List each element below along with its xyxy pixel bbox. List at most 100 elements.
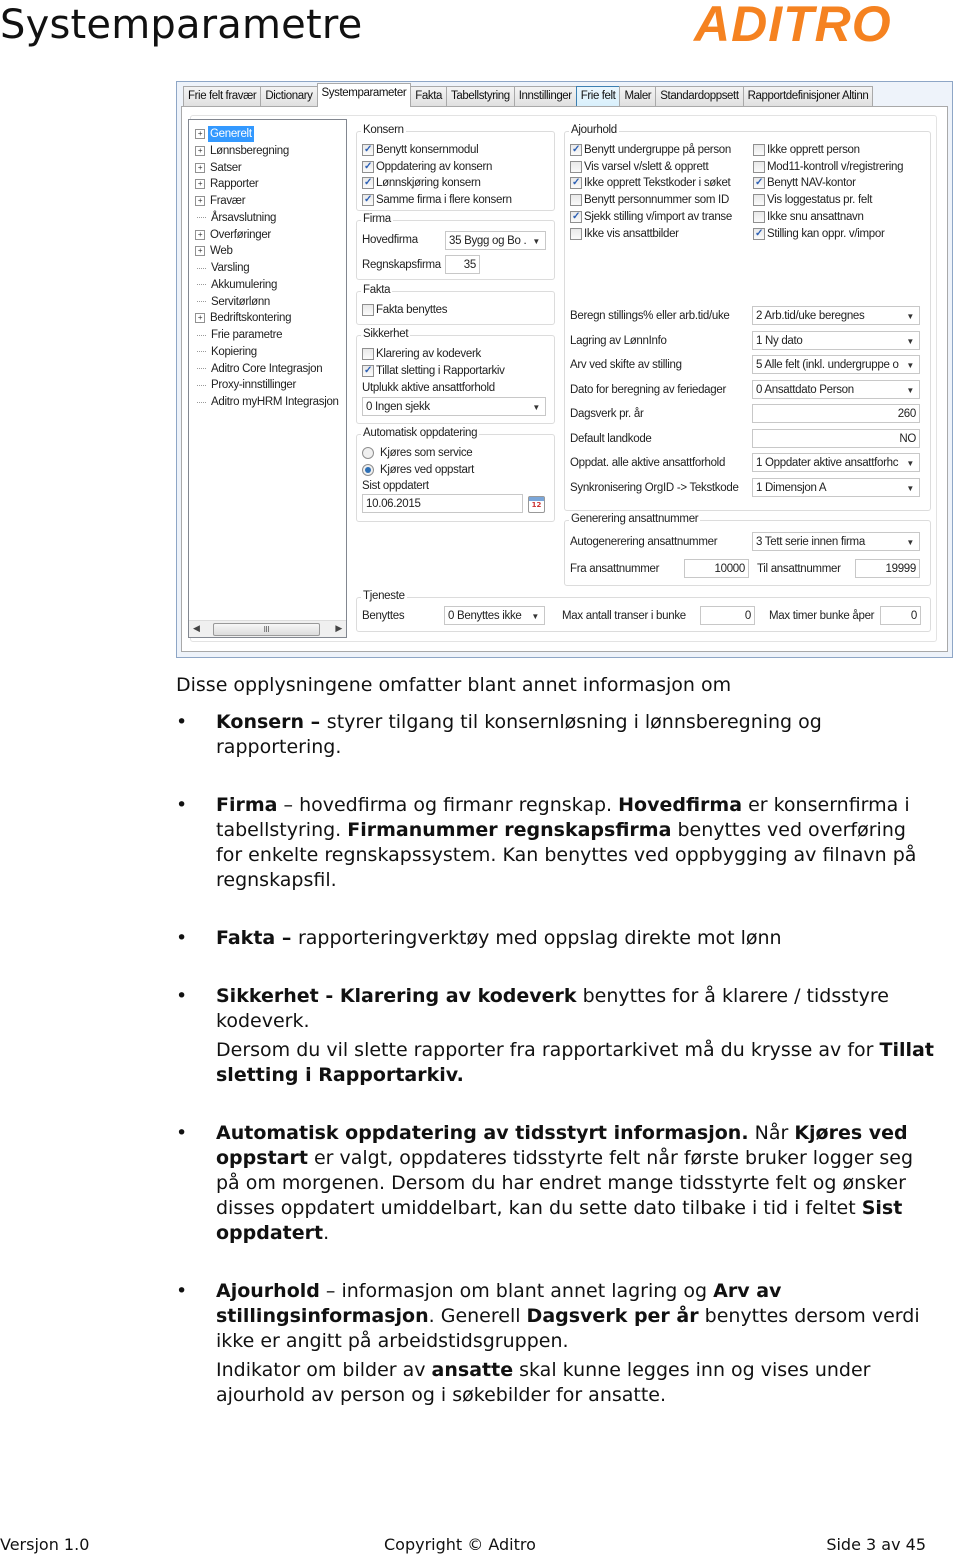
- checkbox-checked-icon[interactable]: ✓: [362, 194, 374, 207]
- tree-item[interactable]: + Bedriftskontering: [195, 310, 293, 326]
- ajourhold-field-input[interactable]: 260: [752, 404, 920, 423]
- checkbox[interactable]: ✓ Benytt NAV-kontor: [753, 175, 856, 191]
- expand-plus-icon[interactable]: +: [195, 246, 205, 257]
- checkbox-unchecked-icon[interactable]: [753, 160, 765, 173]
- ajourhold-field-select[interactable]: 1 Ny dato ▼: [752, 330, 920, 350]
- ajourhold-field-select[interactable]: 5 Alle felt (inkl. undergruppe o ▼: [752, 355, 920, 374]
- checkbox-unchecked-icon[interactable]: [570, 194, 582, 207]
- sist-oppdatert-input[interactable]: 10.06.2015: [362, 494, 523, 513]
- checkbox[interactable]: Ikke snu ansattnavn: [753, 209, 864, 225]
- radio-selected-icon[interactable]: [362, 464, 374, 476]
- ajourhold-field-input[interactable]: NO: [752, 428, 920, 448]
- max-transer-input[interactable]: 0: [700, 606, 755, 625]
- expand-plus-icon[interactable]: +: [195, 229, 205, 240]
- tab-rapportdefinisjoner-altinn[interactable]: Rapportdefinisjoner Altinn: [742, 86, 874, 106]
- tree-item[interactable]: Proxy-innstillinger: [195, 377, 298, 393]
- checkbox[interactable]: Fakta benyttes: [362, 302, 448, 318]
- tree-item[interactable]: Frie parametre: [195, 327, 284, 343]
- regnskapsfirma-input[interactable]: 35: [445, 255, 480, 274]
- tree-item[interactable]: + Web: [195, 243, 235, 259]
- checkbox[interactable]: Klarering av kodeverk: [362, 346, 481, 362]
- tree-item[interactable]: + Fravær: [195, 193, 247, 209]
- scroll-right-icon[interactable]: ▶: [335, 623, 342, 634]
- checkbox[interactable]: ✓ Oppdatering av konsern: [362, 159, 492, 175]
- checkbox[interactable]: ✓ Tillat sletting i Rapportarkiv: [362, 363, 505, 379]
- calendar-icon[interactable]: 12: [528, 496, 545, 513]
- checkbox-checked-icon[interactable]: ✓: [362, 160, 374, 173]
- checkbox[interactable]: ✓ Stilling kan oppr. v/impor: [753, 226, 885, 242]
- checkbox-unchecked-icon[interactable]: [753, 194, 765, 207]
- hovedfirma-select[interactable]: 35 Bygg og Bo . ▼: [445, 231, 546, 250]
- tree-item[interactable]: + Overføringer: [195, 227, 273, 243]
- tree-item[interactable]: Aditro Core Integrasjon: [195, 361, 324, 377]
- tree-horizontal-scrollbar[interactable]: ◀ III ▶: [189, 620, 346, 637]
- checkbox-unchecked-icon[interactable]: [570, 227, 582, 240]
- checkbox-checked-icon[interactable]: ✓: [362, 365, 374, 377]
- checkbox[interactable]: Ikke vis ansattbilder: [570, 226, 679, 242]
- expand-plus-icon[interactable]: +: [195, 145, 205, 156]
- checkbox[interactable]: ✓ Benytt undergruppe på person: [570, 142, 731, 158]
- checkbox-checked-icon[interactable]: ✓: [570, 144, 582, 156]
- ajourhold-field-select[interactable]: 0 Ansattdato Person ▼: [752, 379, 920, 399]
- checkbox-unchecked-icon[interactable]: [753, 144, 765, 156]
- scroll-left-icon[interactable]: ◀: [193, 623, 200, 634]
- tree-item[interactable]: Servitørlønn: [195, 294, 272, 310]
- settings-tree[interactable]: Aditro myHRM Integrasjon Proxy-innstillin…: [188, 119, 347, 638]
- radio-option[interactable]: Kjøres som service: [362, 445, 473, 461]
- checkbox[interactable]: Vis varsel v/slett & opprett: [570, 159, 709, 175]
- checkbox-unchecked-icon[interactable]: [570, 160, 582, 173]
- autogenerering-select[interactable]: 3 Tett serie innen firma ▼: [752, 532, 920, 551]
- checkbox-checked-icon[interactable]: ✓: [362, 177, 374, 190]
- tab-innstillinger[interactable]: Innstillinger: [513, 86, 577, 106]
- checkbox[interactable]: Vis loggestatus pr. felt: [753, 192, 872, 208]
- checkbox-checked-icon[interactable]: ✓: [570, 177, 582, 190]
- tree-item[interactable]: Varsling: [195, 260, 251, 276]
- tab-systemparameter[interactable]: Systemparameter: [316, 83, 412, 107]
- expand-plus-icon[interactable]: +: [195, 129, 205, 139]
- checkbox[interactable]: Ikke opprett person: [753, 142, 860, 158]
- fra-ansattnummer-input[interactable]: 10000: [684, 559, 749, 578]
- tab-standardoppsett[interactable]: Standardoppsett: [655, 86, 744, 106]
- tab-maler[interactable]: Maler: [619, 86, 657, 106]
- checkbox-unchecked-icon[interactable]: [362, 348, 374, 360]
- checkbox[interactable]: ✓ Sjekk stilling v/import av transe: [570, 209, 732, 225]
- tree-item[interactable]: Årsavslutning: [195, 210, 278, 226]
- checkbox-checked-icon[interactable]: ✓: [753, 227, 765, 240]
- ajourhold-field-select[interactable]: 1 Dimensjon A ▼: [752, 477, 920, 497]
- expand-plus-icon[interactable]: +: [195, 162, 205, 173]
- tree-item[interactable]: Akkumulering: [195, 277, 279, 293]
- tab-frie-felt[interactable]: Frie felt: [575, 86, 621, 106]
- tree-item[interactable]: + Lønnsberegning: [195, 143, 291, 159]
- tree-item[interactable]: + Generelt: [195, 126, 254, 142]
- expand-plus-icon[interactable]: +: [195, 179, 205, 190]
- til-ansattnummer-input[interactable]: 19999: [855, 559, 920, 578]
- checkbox[interactable]: ✓ Samme firma i flere konsern: [362, 192, 512, 208]
- checkbox-checked-icon[interactable]: ✓: [362, 144, 374, 156]
- checkbox-checked-icon[interactable]: ✓: [753, 177, 765, 190]
- tab-dictionary[interactable]: Dictionary: [260, 86, 318, 106]
- ajourhold-field-select[interactable]: 2 Arb.tid/uke beregnes ▼: [752, 306, 920, 325]
- tree-item[interactable]: + Rapporter: [195, 176, 260, 192]
- scroll-thumb[interactable]: III: [213, 623, 320, 636]
- checkbox-unchecked-icon[interactable]: [362, 304, 374, 316]
- tree-item[interactable]: + Satser: [195, 160, 243, 176]
- checkbox[interactable]: Benytt personnummer som ID: [570, 192, 729, 208]
- benyttes-select[interactable]: 0 Benyttes ikke ▼: [444, 606, 545, 625]
- max-timer-input[interactable]: 0: [880, 606, 921, 625]
- radio-option[interactable]: Kjøres ved oppstart: [362, 462, 474, 478]
- checkbox[interactable]: ✓ Lønnskjøring konsern: [362, 175, 481, 191]
- radio-unselected-icon[interactable]: [362, 447, 374, 459]
- tab-frie-felt-frav-r[interactable]: Frie felt fravær: [183, 86, 262, 106]
- tab-fakta[interactable]: Fakta: [410, 86, 448, 106]
- checkbox-checked-icon[interactable]: ✓: [570, 210, 582, 223]
- tree-item[interactable]: Kopiering: [195, 344, 259, 360]
- checkbox-unchecked-icon[interactable]: [753, 210, 765, 223]
- ajourhold-field-select[interactable]: 1 Oppdater aktive ansattforhc ▼: [752, 453, 920, 472]
- checkbox[interactable]: ✓ Benytt konsernmodul: [362, 142, 479, 158]
- checkbox[interactable]: Mod11-kontroll v/registrering: [753, 159, 903, 175]
- expand-plus-icon[interactable]: +: [195, 196, 205, 206]
- utplukk-select[interactable]: 0 Ingen sjekk ▼: [362, 397, 546, 416]
- tab-tabellstyring[interactable]: Tabellstyring: [446, 86, 515, 106]
- tree-item[interactable]: Aditro myHRM Integrasjon: [195, 394, 341, 410]
- expand-plus-icon[interactable]: +: [195, 313, 205, 324]
